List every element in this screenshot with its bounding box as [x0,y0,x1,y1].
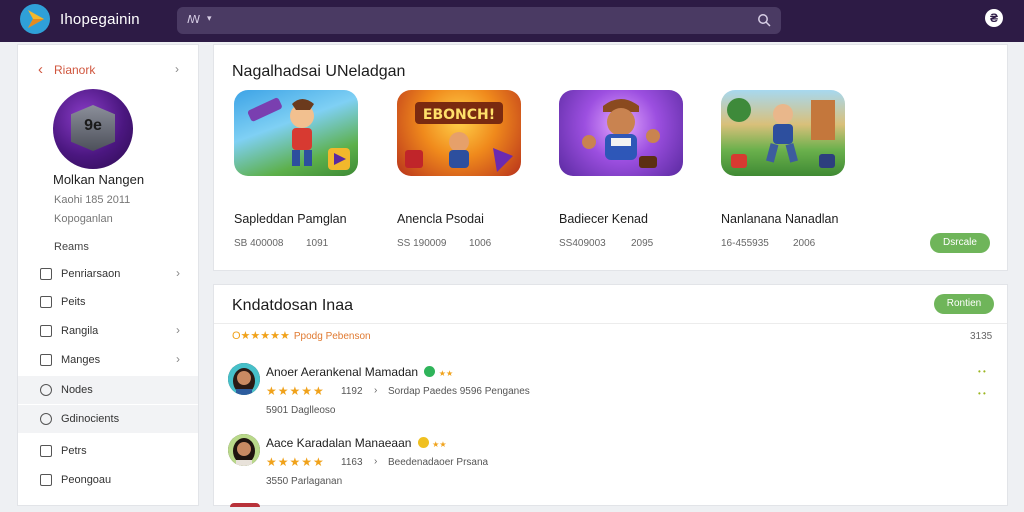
games-card-title: Nagalhadsai UNeladgan [232,63,406,80]
verified-icon [424,366,436,377]
node-icon [40,384,52,396]
chevron-right-icon: › [176,352,180,366]
review-footer: 5901 Daglleoso [266,405,336,416]
sidebar-back-link[interactable]: ‹ Rianork › [18,57,198,83]
reviewer-name: Anoer Aerankenal Mamadan ★★ [266,365,453,379]
search-scope-icon[interactable]: ꟿ [187,13,200,26]
chevron-right-icon: › [176,266,180,280]
chevron-down-icon[interactable]: ▾ [207,13,212,24]
game-thumbnail[interactable] [721,90,845,176]
review-stars: ★★★★★ [266,384,325,398]
nav-heading: Reams [54,241,89,253]
review-item: Anoer Aerankenal Mamadan ★★ ★★★★★ 1192 ›… [228,363,993,423]
reviewer-avatar[interactable] [228,363,260,395]
game-title[interactable]: Sapleddan Pamglan [234,212,347,226]
sidebar-item-peongoau[interactable]: Peongoau [18,466,198,494]
game-title[interactable]: Anencla Psodai [397,212,484,226]
sidebar-item-label: Rangila [61,325,99,337]
chevron-right-icon[interactable]: › [175,62,179,76]
review-menu-icon[interactable]: • • [978,367,986,376]
games-action-button[interactable]: Dsrcale [930,233,990,253]
account-icon[interactable]: ₴ [985,9,1003,27]
game-stat: 1006 [469,238,492,249]
reviews-card-title: Kndatdosan Inaa [232,297,353,314]
game-art-title: EBONCH! [423,107,495,123]
app-logo-icon[interactable] [20,4,50,34]
game-downloads: 16-455935 [721,238,769,249]
game-thumbnail[interactable] [234,90,358,176]
search-bar[interactable]: ꟿ ▾ [177,7,781,34]
list-icon [40,268,52,280]
game-downloads: SB 400008 [234,238,284,249]
profile-subtitle: Kaohi 185 2011 [54,194,131,206]
sidebar-item-label: Peits [61,296,86,308]
reviewer-name-text: Aace Karadalan Manaeaan [266,436,412,450]
sidebar-item-label: Petrs [61,445,87,457]
review-count: 3135 [970,331,993,342]
game-stat: 1091 [306,238,329,249]
games-card: Nagalhadsai UNeladgan Sapleddan Pamglan … [213,44,1008,271]
sidebar-item-label: Gdinocients [61,413,120,425]
reviewer-avatar[interactable] [228,434,260,466]
rating-stars-icon: ★★ [432,440,447,449]
sidebar-item-gdinocients[interactable]: Gdinocients [18,405,198,433]
review-menu-icon[interactable]: • • [978,389,986,398]
sidebar-item-label: Penriarsaon [61,268,121,280]
sidebar-item-label: Manges [61,354,101,366]
rating-stars-icon: ★★ [438,369,454,378]
chat-icon [40,413,52,425]
game-title[interactable]: Badiecer Kenad [559,212,648,226]
sidebar-item-penriarsaon[interactable]: Penriarsaon › [18,260,198,288]
review-meta: Sordap Paedes 9596 Penganes [388,386,530,397]
game-title[interactable]: Nanlanana Nanadlan [721,212,838,226]
sidebar-item-manges[interactable]: Manges › [18,346,198,374]
review-meta: Beedenadaoer Prsana [388,457,489,468]
badge-icon [417,437,429,448]
chevron-right-icon[interactable]: › [374,385,377,396]
document-icon [40,354,52,366]
reviews-action-button[interactable]: Rontien [934,294,994,314]
sidebar-item-petrs[interactable]: Petrs [18,437,198,465]
avatar[interactable]: 9e [53,89,133,169]
rating-stars: O★★★★★ [232,330,290,342]
reviewer-name-text: Anoer Aerankenal Mamadan [266,365,419,379]
top-app-bar: Ihopegainin ꟿ ▾ ₴ [0,0,1024,42]
review-footer: 3550 Parlaganan [266,476,343,487]
game-downloads: SS409003 [559,238,606,249]
game-downloads: SS 190009 [397,238,447,249]
document-icon [40,445,52,457]
sidebar-item-label: Peongoau [61,474,112,486]
sidebar-item-rangila[interactable]: Rangila › [18,317,198,345]
sidebar-item-label: Nodes [61,384,93,396]
profile-handle: Kopoganlan [54,213,113,225]
rating-summary-label: Ppodg Pebenson [293,331,371,342]
reviewer-name: Aace Karadalan Manaeaan ★★ [266,436,446,450]
checkbox-icon [40,474,52,486]
reviews-card: Kndatdosan Inaa Rontien O★★★★★ Ppodg Pebe… [213,284,1008,507]
avatar-badge-text: 9e [84,117,102,134]
sidebar-back-label: Rianork [54,63,96,77]
divider [214,323,1007,324]
review-score: 1192 [341,386,363,397]
chevron-right-icon: › [176,323,180,337]
reviewer-avatar[interactable] [230,503,260,507]
review-item: Aace Karadalan Manaeaan ★★ ★★★★★ 1163 › … [228,434,993,494]
search-icon[interactable] [757,13,771,27]
game-thumbnail[interactable]: EBONCH! [397,90,521,176]
sidebar-item-peits[interactable]: Peits [18,288,198,316]
home-icon [40,296,52,308]
list-icon [40,325,52,337]
profile-name: Molkan Nangen [53,172,145,187]
game-stat: 2095 [631,238,654,249]
chevron-right-icon[interactable]: › [374,456,377,467]
app-title: Ihopegainin [60,11,140,28]
sidebar-item-nodes[interactable]: Nodes [18,376,198,404]
review-score: 1163 [341,457,363,468]
game-thumbnail[interactable] [559,90,683,176]
review-stars: ★★★★★ [266,455,325,469]
rating-summary: O★★★★★ Ppodg Pebenson [232,329,371,342]
sidebar: ‹ Rianork › 9e Molkan Nangen Kaohi 185 2… [17,44,199,506]
game-stat: 2006 [793,238,816,249]
chevron-left-icon: ‹ [38,61,43,78]
